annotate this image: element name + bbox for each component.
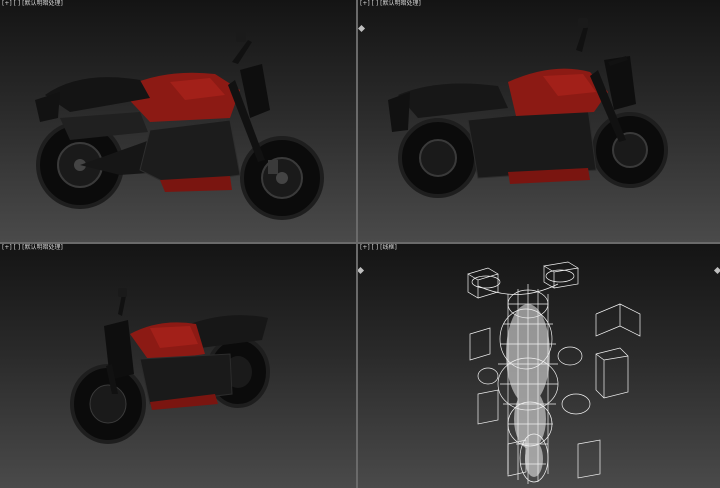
viewport-divider-horizontal[interactable] — [0, 242, 720, 244]
viewport-divider-vertical[interactable] — [356, 0, 358, 488]
viewport-bottom-left[interactable]: [+] [ ] [默认明暗处理] — [0, 244, 356, 488]
motorcycle-render-front-three-quarter — [70, 288, 270, 444]
motorcycle-render-side — [35, 32, 324, 220]
viewport-grid: [+] [ ] [默认明暗处理] [+] [] [默认明暗处理] [+] [… — [0, 0, 720, 488]
viewport-top-right[interactable]: [+] [ ] [默认明暗处理] — [358, 0, 720, 242]
viewport-bottom-right[interactable]: [+] [ ] [线框] — [358, 244, 720, 488]
motorcycle-render-three-quarter — [388, 18, 668, 198]
viewport-top-left[interactable]: [+] [ ] [默认明暗处理] — [0, 0, 356, 242]
motorcycle-wireframe-top — [467, 261, 641, 484]
